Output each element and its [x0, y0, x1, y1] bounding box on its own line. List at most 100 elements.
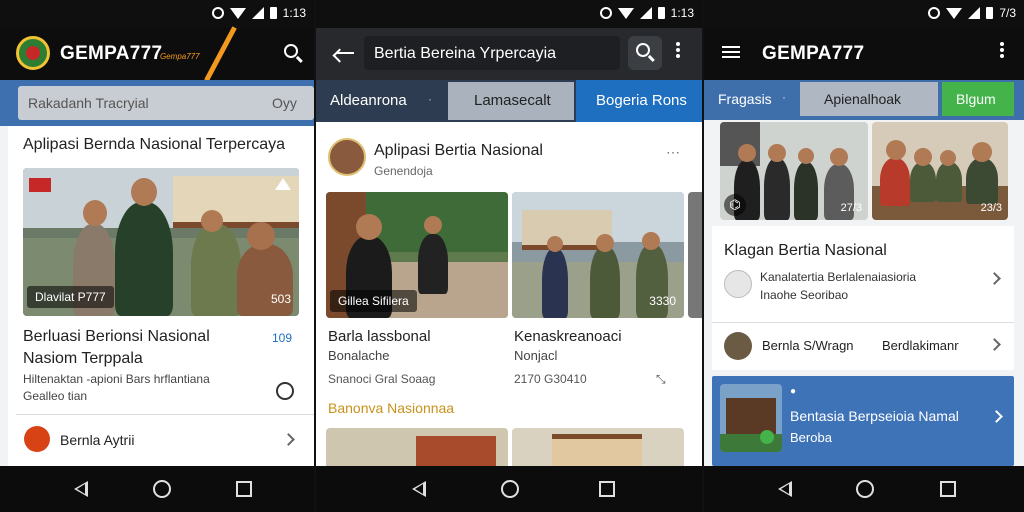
card-2-title-line2: Nonjacl [514, 348, 558, 363]
app-bar: GEMPA777 Gempa777 [0, 26, 314, 82]
signal-icon [968, 7, 981, 19]
tab-1[interactable]: Aldeanrona · [316, 80, 444, 122]
accent-stripe [204, 26, 237, 82]
home-icon[interactable] [856, 480, 874, 498]
article-title-line2[interactable]: Nasiom Terppala [23, 350, 143, 368]
search-icon[interactable] [284, 44, 298, 58]
system-nav-bar [316, 466, 702, 512]
tab-3[interactable]: Bogeria Rons [576, 80, 702, 122]
chevron-right-icon [988, 272, 1001, 285]
channel-subtitle: Genendoja [374, 164, 433, 178]
avatar [724, 270, 752, 298]
tab-3-label: Blgum [956, 91, 996, 107]
list-item-1-text-line2: Inaohe Seoribao [760, 288, 849, 302]
chevron-right-icon [988, 338, 1001, 351]
article-meta-line1: Hiltenaktan -apioni Bars hrflantiana [23, 372, 210, 386]
search-value: Bertia Bereina Yrpercayia [374, 45, 557, 62]
tab-2-label: Lamasecalt [474, 92, 551, 109]
card-2-meta: 2170 G30410 [514, 372, 587, 386]
tab-3-label: Bogeria Rons [596, 92, 687, 109]
tab-1-label: Fragasis [718, 91, 772, 107]
expand-icon[interactable]: ⌬ [724, 194, 746, 216]
wifi-icon [617, 7, 634, 19]
tab-2-label: Apienalhoak [824, 91, 902, 107]
wifi-icon [946, 7, 963, 19]
recents-icon[interactable] [599, 481, 615, 497]
battery-icon [657, 7, 665, 19]
resize-icon[interactable]: ⤡ [656, 372, 666, 387]
search-input[interactable]: Rakadanh Tracryial Oyy [18, 86, 314, 120]
list-item-1-text-line1: Kanalatertia Berlalenaiasioria [760, 270, 917, 284]
card-2-title-line1[interactable]: Kenaskreanoaci [514, 328, 622, 345]
section-link[interactable]: Banonva Nasionnaa [328, 400, 454, 416]
list-item-2-right: Berdlakimanr [882, 338, 959, 353]
photo-1-count: 27/3 [840, 202, 862, 214]
tab-1[interactable]: Fragasis · [704, 80, 796, 120]
tab-3[interactable]: Blgum [942, 82, 1014, 116]
battery-icon [269, 7, 277, 19]
system-nav-bar [704, 466, 1024, 512]
signal-icon [251, 7, 264, 19]
back-icon[interactable] [778, 481, 792, 497]
photo-1-caption-chip: Gillea Sifilera [330, 290, 417, 312]
promo-banner[interactable]: ● Bentasia Berpseioia Namal Beroba [712, 376, 1014, 466]
cast-icon [599, 7, 612, 19]
news-list-card: Klagan Bertia Nasional Kanalatertia Berl… [712, 226, 1014, 370]
promo-badge-icon: ● [790, 386, 797, 397]
section-title: Klagan Bertia Nasional [724, 242, 887, 259]
hamburger-menu-icon[interactable] [722, 46, 740, 48]
tab-dot: · [782, 90, 786, 104]
share-icon[interactable] [275, 178, 291, 190]
section-title: Aplipasi Bernda Nasional Terpercaya [23, 136, 286, 153]
meeting-photo-2[interactable]: 23/3 [872, 122, 1008, 220]
photo-row: ⌬ 27/3 23/3 [712, 120, 1018, 224]
news-photo-1[interactable]: Gillea Sifilera [326, 192, 508, 318]
promo-subtitle: Beroba [790, 430, 832, 445]
back-arrow-icon[interactable] [332, 48, 354, 63]
system-nav-bar [0, 466, 314, 512]
phone-screen-1: 1:13 GEMPA777 Gempa777 Rakadanh Tracryia… [0, 0, 314, 512]
more-options-icon[interactable] [676, 42, 680, 46]
search-field[interactable]: Bertia Bereina Yrpercayia [364, 36, 620, 70]
search-hint: Oyy [272, 95, 297, 111]
status-bar: 1:13 [316, 0, 702, 28]
hero-photo[interactable]: Dlavilat P777 503 [23, 168, 299, 316]
play-icon[interactable] [276, 382, 294, 400]
search-button[interactable] [628, 36, 662, 70]
card-1-title-line1[interactable]: Barla lassbonal [328, 328, 431, 345]
app-title: GEMPA777 [762, 43, 865, 64]
search-icon [636, 43, 650, 57]
article-title-line1[interactable]: Berluasi Berionsi Nasional [23, 328, 210, 346]
tab-strip: Aldeanrona · Lamasecalt Bogeria Rons [316, 80, 702, 122]
app-logo-icon[interactable] [16, 36, 50, 70]
card-1-title-line2: Bonalache [328, 348, 390, 363]
news-photo-4[interactable] [512, 428, 684, 468]
list-item-1[interactable]: Kanalatertia Berlalenaiasioria Inaohe Se… [712, 264, 1014, 320]
news-photo-2[interactable]: 3330 [512, 192, 684, 318]
wifi-icon [229, 7, 246, 19]
list-item-2[interactable]: Bernla S/Wragn Berdlakimanr [712, 326, 1014, 366]
status-time: 1:13 [670, 6, 694, 20]
more-options-icon[interactable] [1000, 42, 1004, 46]
app-bar: GEMPA777 [704, 28, 1024, 80]
home-icon[interactable] [501, 480, 519, 498]
channel-avatar[interactable] [328, 138, 366, 176]
recents-icon[interactable] [940, 481, 956, 497]
back-icon[interactable] [74, 481, 88, 497]
home-icon[interactable] [153, 480, 171, 498]
footer-list-item[interactable]: Bernla Aytrii [8, 418, 314, 462]
more-icon[interactable]: ⋯ [666, 144, 681, 161]
channel-title[interactable]: Aplipasi Bertia Nasional [374, 142, 543, 160]
chevron-right-icon [282, 433, 295, 446]
signal-icon [639, 7, 652, 19]
back-icon[interactable] [412, 481, 426, 497]
news-photo-3[interactable] [326, 428, 508, 468]
brand-logo-icon [24, 426, 50, 452]
article-meta-line2: Gealleo tian [23, 389, 88, 403]
meeting-photo-1[interactable]: ⌬ 27/3 [720, 122, 868, 220]
tab-dot: · [428, 92, 432, 106]
recents-icon[interactable] [236, 481, 252, 497]
tab-2[interactable]: Apienalhoak [800, 82, 938, 116]
tab-2[interactable]: Lamasecalt [448, 82, 574, 120]
tab-strip: Fragasis · Apienalhoak Blgum [704, 80, 1024, 120]
